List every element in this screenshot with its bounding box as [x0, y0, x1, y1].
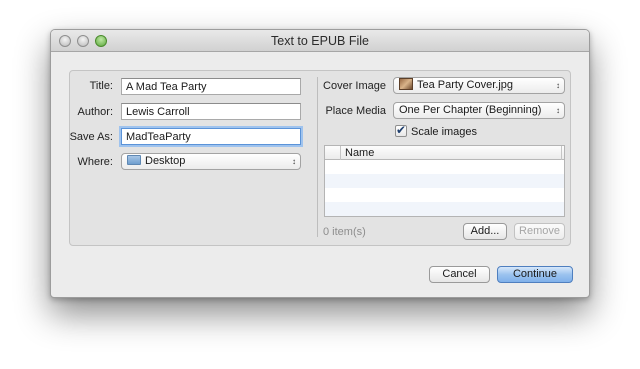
continue-button[interactable]: Continue [497, 266, 573, 283]
place-media-value: One Per Chapter (Beginning) [399, 104, 542, 116]
title-field[interactable]: A Mad Tea Party [121, 78, 301, 95]
scale-images-label: Scale images [411, 126, 478, 138]
panel-divider [317, 77, 318, 237]
save-as-field[interactable]: MadTeaParty [121, 128, 301, 145]
cover-image-value: Tea Party Cover.jpg [417, 79, 513, 91]
place-media-label: Place Media [325, 105, 386, 117]
item-count: 0 item(s) [323, 226, 366, 238]
where-value: Desktop [145, 155, 186, 167]
column-separator [561, 146, 562, 160]
author-field[interactable]: Lewis Carroll [121, 103, 301, 120]
title-label: Title: [89, 80, 113, 92]
author-label: Author: [77, 106, 113, 118]
table-header[interactable]: Name [325, 146, 564, 160]
updown-arrows-icon: ↕ [556, 81, 560, 90]
scale-images-checkbox[interactable]: Scale images [395, 123, 478, 139]
media-table[interactable]: Name [324, 145, 565, 217]
add-button[interactable]: Add... [463, 223, 507, 240]
table-row [325, 174, 564, 188]
column-separator [340, 146, 341, 160]
checkmark-icon[interactable] [395, 123, 407, 137]
title-bar[interactable]: Text to EPUB File [51, 30, 589, 52]
place-media-popup[interactable]: One Per Chapter (Beginning) ↕ [393, 102, 565, 119]
table-row [325, 188, 564, 202]
minimize-icon[interactable] [77, 35, 89, 47]
image-icon [399, 78, 413, 90]
cover-image-popup[interactable]: Tea Party Cover.jpg ↕ [393, 77, 565, 94]
name-column-header[interactable]: Name [345, 146, 374, 160]
where-popup[interactable]: Desktop ↕ [121, 153, 301, 170]
updown-arrows-icon: ↕ [556, 106, 560, 115]
where-label: Where: [77, 156, 113, 168]
table-row [325, 160, 564, 174]
dialog-window: Text to EPUB File Title: A Mad Tea Party… [50, 29, 590, 298]
window-title: Text to EPUB File [271, 34, 369, 48]
cover-image-label: Cover Image [323, 80, 386, 92]
remove-button[interactable]: Remove [514, 223, 565, 240]
zoom-icon[interactable] [95, 35, 107, 47]
save-as-label: Save As: [69, 131, 113, 143]
updown-arrows-icon: ↕ [292, 157, 296, 166]
close-icon[interactable] [59, 35, 71, 47]
table-row [325, 202, 564, 216]
cancel-button[interactable]: Cancel [429, 266, 490, 283]
folder-icon [127, 155, 141, 165]
